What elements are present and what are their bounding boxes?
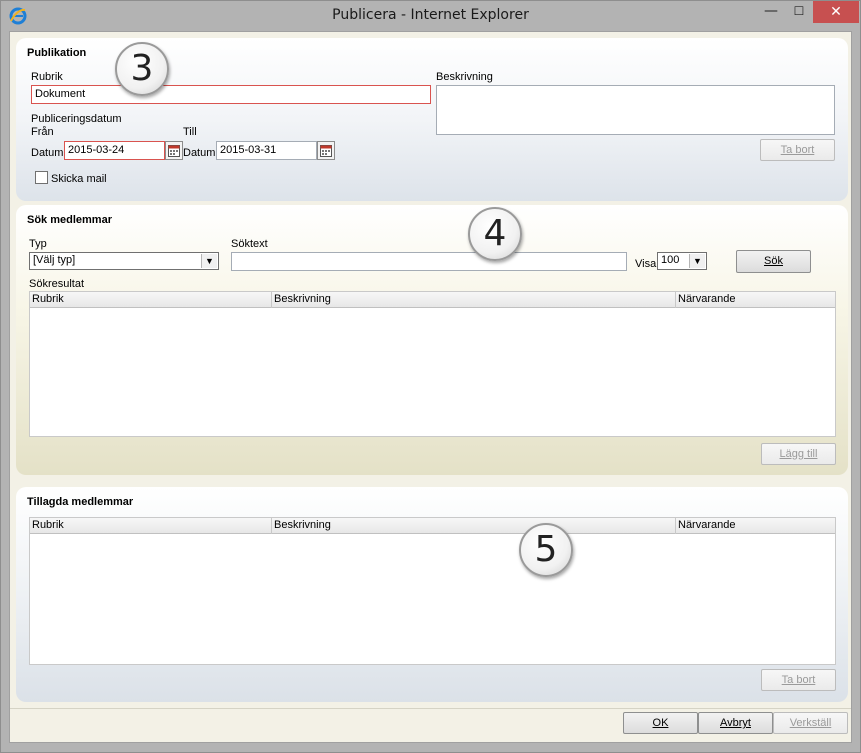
lagg-till-button[interactable]: Lägg till: [761, 443, 836, 465]
rubrik-input[interactable]: Dokument: [31, 85, 431, 104]
typ-label: Typ: [29, 238, 47, 250]
skicka-mail-label: Skicka mail: [51, 173, 107, 185]
rubrik-label: Rubrik: [31, 71, 63, 83]
beskrivning-label: Beskrivning: [436, 71, 493, 83]
fran-label: Från: [31, 126, 54, 138]
dialog-footer: OK Avbryt Verkställ: [10, 708, 851, 742]
publikation-title: Publikation: [27, 47, 87, 59]
publikation-panel: Publikation Rubrik Dokument Beskrivning …: [16, 38, 848, 201]
minimize-button[interactable]: —: [758, 3, 784, 25]
sokresultat-label: Sökresultat: [29, 278, 85, 290]
column-header-beskrivning[interactable]: Beskrivning: [272, 518, 676, 534]
calendar-from-button[interactable]: [165, 141, 183, 160]
browser-window: Publicera - Internet Explorer — ☐ ✕ Publ…: [0, 0, 861, 753]
sok-medlemmar-title: Sök medlemmar: [27, 214, 112, 226]
typ-select[interactable]: [Välj typ] ▼: [29, 252, 219, 270]
calendar-to-button[interactable]: [317, 141, 335, 160]
callout-4: 4: [468, 207, 522, 261]
column-header-beskrivning[interactable]: Beskrivning: [272, 292, 676, 308]
callout-3: 3: [115, 42, 169, 96]
datum-to-input[interactable]: 2015-03-31: [216, 141, 317, 160]
soktext-label: Söktext: [231, 238, 268, 250]
sok-medlemmar-panel: Sök medlemmar Typ [Välj typ] ▼ Söktext V…: [16, 205, 848, 475]
ok-button[interactable]: OK: [623, 712, 698, 734]
visa-label: Visa: [635, 258, 657, 270]
calendar-icon: [168, 145, 180, 157]
column-header-narvarande[interactable]: Närvarande: [676, 292, 835, 308]
chevron-down-icon: ▼: [201, 254, 217, 268]
window-title: Publicera - Internet Explorer: [332, 7, 529, 23]
chevron-down-icon: ▼: [689, 254, 705, 268]
typ-select-value: [Välj typ]: [33, 254, 76, 266]
column-header-rubrik[interactable]: Rubrik: [30, 518, 272, 534]
column-header-narvarande[interactable]: Närvarande: [676, 518, 835, 534]
visa-select-value: 100: [661, 254, 680, 266]
close-button[interactable]: ✕: [813, 1, 859, 23]
dialog-content: Publikation Rubrik Dokument Beskrivning …: [9, 31, 852, 743]
sokresultat-grid[interactable]: Rubrik Beskrivning Närvarande: [29, 291, 836, 437]
avbryt-button[interactable]: Avbryt: [698, 712, 773, 734]
sokresultat-grid-header: Rubrik Beskrivning Närvarande: [30, 292, 835, 308]
visa-select[interactable]: 100 ▼: [657, 252, 707, 270]
tillagda-grid-header: Rubrik Beskrivning Närvarande: [30, 518, 835, 534]
calendar-icon: [320, 145, 332, 157]
datum-from-input[interactable]: 2015-03-24: [64, 141, 165, 160]
publiceringsdatum-label: Publiceringsdatum: [31, 113, 122, 125]
beskrivning-textarea[interactable]: [436, 85, 835, 135]
sok-button[interactable]: Sök: [736, 250, 811, 273]
tillagda-ta-bort-button[interactable]: Ta bort: [761, 669, 836, 691]
soktext-input[interactable]: [231, 252, 627, 271]
tillagda-grid[interactable]: Rubrik Beskrivning Närvarande: [29, 517, 836, 665]
datum-from-label: Datum: [31, 147, 64, 159]
column-header-rubrik[interactable]: Rubrik: [30, 292, 272, 308]
title-bar: Publicera - Internet Explorer — ☐ ✕: [1, 1, 860, 31]
verkstall-button[interactable]: Verkställ: [773, 712, 848, 734]
till-label: Till: [183, 126, 197, 138]
callout-5: 5: [519, 523, 573, 577]
skicka-mail-checkbox[interactable]: [35, 171, 48, 184]
tillagda-medlemmar-panel: Tillagda medlemmar Rubrik Beskrivning Nä…: [16, 487, 848, 702]
maximize-button[interactable]: ☐: [786, 4, 812, 26]
publikation-ta-bort-button[interactable]: Ta bort: [760, 139, 835, 161]
datum-to-label: Datum: [183, 147, 216, 159]
tillagda-medlemmar-title: Tillagda medlemmar: [27, 496, 134, 508]
